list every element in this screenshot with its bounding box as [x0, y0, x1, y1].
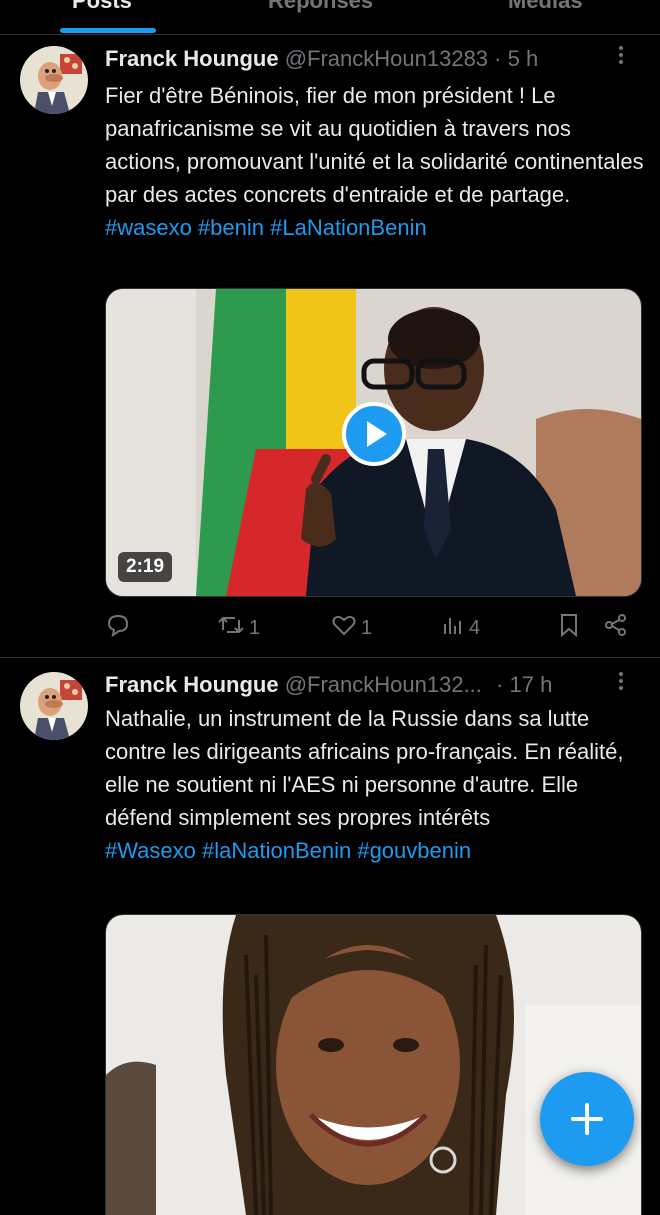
reply-button[interactable] — [105, 612, 135, 644]
tweet-text: Nathalie, un instrument de la Russie dan… — [105, 706, 624, 830]
username-handle[interactable]: @FranckHoun132... — [285, 672, 482, 697]
tweet-text: Fier d'être Béninois, fier de mon présid… — [105, 83, 644, 207]
repost-button[interactable]: 1 — [217, 612, 260, 644]
username-handle[interactable]: @FranckHoun13283 — [285, 46, 488, 71]
bookmark-icon — [557, 612, 581, 644]
reply-icon — [105, 612, 131, 644]
more-icon[interactable] — [610, 42, 632, 76]
compose-plus-icon — [540, 1103, 634, 1170]
photo-content — [106, 915, 641, 1215]
display-name[interactable]: Franck Houngue — [105, 672, 279, 697]
avatar[interactable] — [20, 46, 88, 114]
video-duration: 2:19 — [118, 552, 173, 582]
share-button[interactable] — [603, 612, 629, 644]
video-player[interactable]: 2:19 — [105, 288, 642, 597]
play-icon[interactable] — [342, 402, 406, 466]
timestamp[interactable]: 5 h — [508, 46, 539, 71]
more-icon[interactable] — [610, 668, 632, 702]
compose-button[interactable] — [540, 1072, 634, 1166]
tweet-hashtags[interactable]: #Wasexo #laNationBenin #gouvbenin — [105, 834, 645, 867]
separator: · — [494, 46, 502, 71]
share-icon — [603, 612, 629, 644]
display-name[interactable]: Franck Houngue — [105, 46, 279, 71]
tweet-text-block: Nathalie, un instrument de la Russie dan… — [105, 702, 645, 867]
repost-icon — [217, 612, 245, 644]
tweet-hashtags[interactable]: #wasexo #benin #LaNationBenin — [105, 211, 645, 244]
tweet-header: Franck Houngue @FranckHoun132... · 17 h — [105, 668, 640, 702]
views-button[interactable]: 4 — [441, 612, 480, 644]
bookmark-button[interactable] — [557, 612, 581, 644]
like-button[interactable]: 1 — [331, 612, 372, 644]
views-icon — [441, 612, 465, 644]
tweet-text-block: Fier d'être Béninois, fier de mon présid… — [105, 79, 645, 244]
separator: · — [496, 672, 504, 697]
avatar[interactable] — [20, 672, 88, 740]
repost-count: 1 — [249, 616, 261, 639]
views-count: 4 — [469, 616, 481, 639]
like-count: 1 — [361, 616, 373, 639]
timestamp[interactable]: 17 h — [510, 672, 553, 697]
tweet-1[interactable]: Franck Houngue @FranckHoun13283 · 5 h Fi… — [0, 0, 660, 660]
tweet-header: Franck Houngue @FranckHoun13283 · 5 h — [105, 42, 640, 76]
like-icon — [331, 612, 357, 644]
tweet-actions: 1 1 4 — [105, 612, 635, 642]
